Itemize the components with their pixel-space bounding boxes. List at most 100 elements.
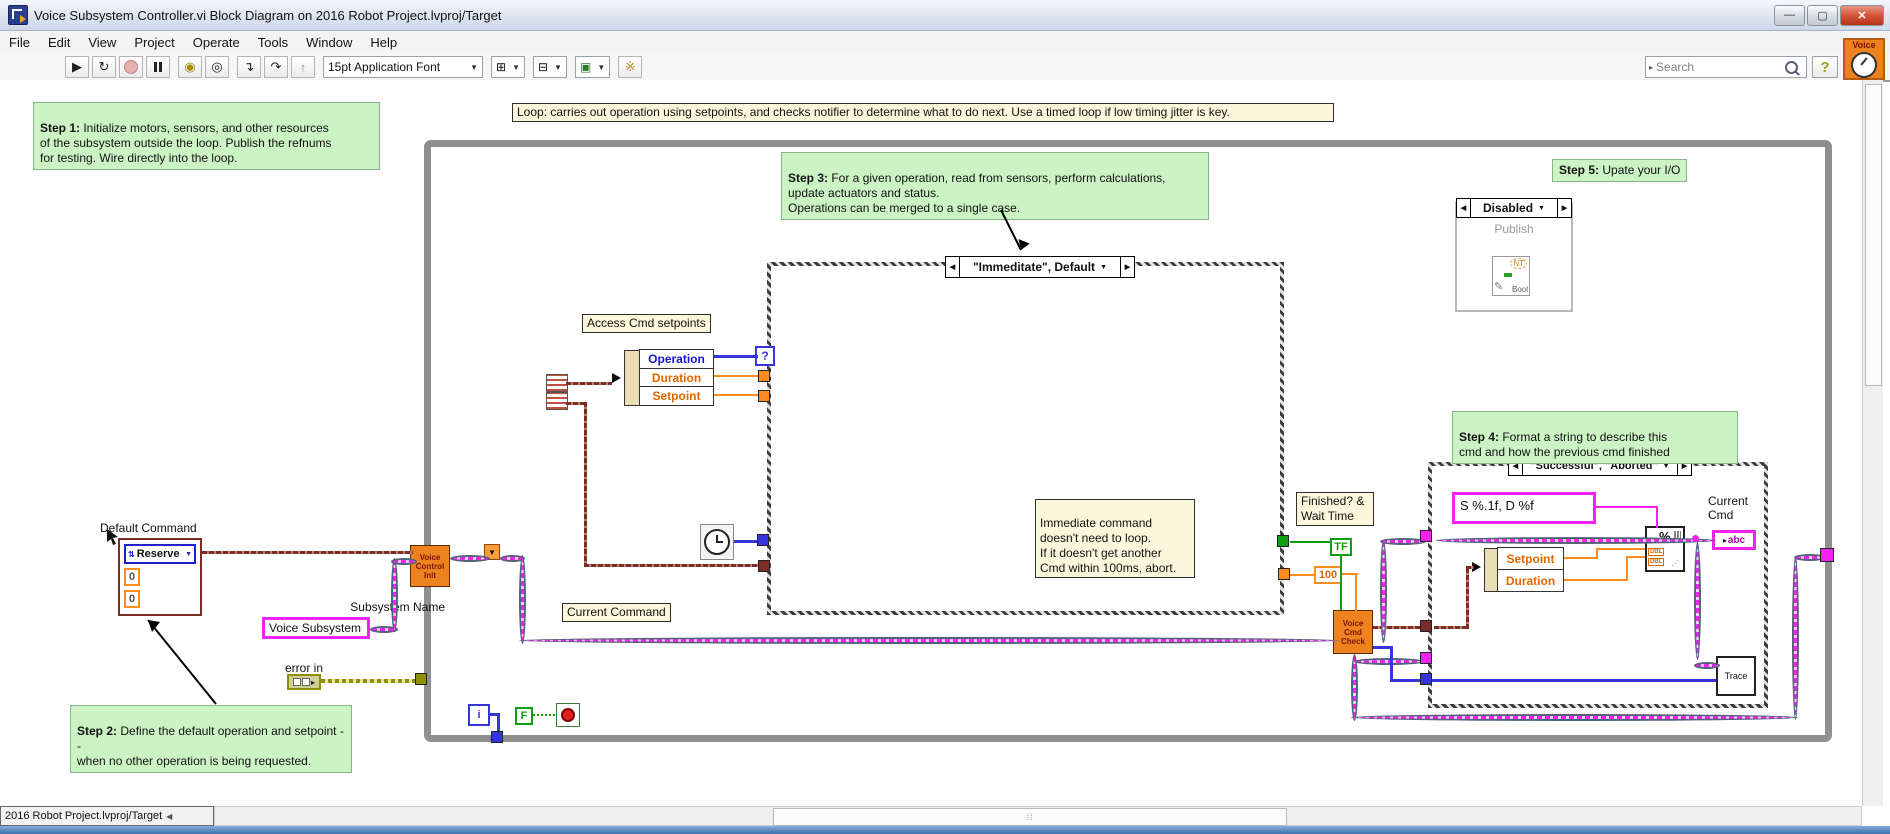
trace-subvi[interactable]: Trace — [1716, 656, 1756, 696]
wait-ms-node[interactable] — [700, 524, 734, 560]
status-bar-tab[interactable]: 2016 Robot Project.lvproj/Target ◀ — [0, 806, 214, 826]
false-constant[interactable]: F — [515, 707, 533, 725]
tunnel-brown[interactable] — [758, 560, 770, 572]
loop-condition-terminal[interactable] — [556, 703, 580, 727]
comment-step3-title: Step 3: — [788, 171, 828, 185]
tunnel-orange[interactable] — [758, 370, 770, 382]
current-cmd-indicator[interactable]: ▸ abc — [1712, 530, 1756, 550]
chevron-down-icon[interactable]: ▼ — [185, 551, 192, 558]
wire-dbl — [714, 375, 760, 377]
vertical-scrollbar-thumb[interactable] — [1865, 84, 1882, 386]
tf-constant[interactable]: TF — [1330, 538, 1352, 556]
chevron-down-icon[interactable]: ▼ — [1100, 264, 1107, 271]
subsystem-name-string[interactable]: Voice Subsystem — [262, 617, 370, 639]
menu-edit[interactable]: Edit — [39, 33, 79, 52]
search-input[interactable]: ▸ Search — [1645, 56, 1807, 78]
unbundle2-row-duration[interactable]: Duration — [1497, 569, 1564, 592]
notifier-node-b[interactable] — [546, 392, 568, 410]
tunnel-magenta[interactable] — [1420, 530, 1432, 542]
reorder-button[interactable]: ▣▼ — [575, 56, 610, 78]
operation-enum[interactable]: ⇅ Reserve ▼ — [124, 544, 196, 564]
tunnel-blue[interactable] — [757, 534, 769, 546]
disable-structure-header[interactable]: ◀ Disabled ▼ ▶ — [1456, 198, 1572, 218]
cleanup-diagram-button[interactable]: ※ — [618, 56, 642, 78]
default-command-cluster[interactable]: ⇅ Reserve ▼ 0 0 — [118, 538, 202, 616]
search-scope-icon[interactable]: ▸ — [1649, 63, 1653, 72]
setpoint-constant[interactable]: 0 — [124, 568, 140, 586]
minimize-button[interactable]: — — [1774, 5, 1805, 26]
distribute-objects-button[interactable]: ⊟▼ — [533, 56, 567, 78]
error-status-icon — [293, 678, 301, 686]
format-string-constant[interactable]: S %.1f, D %f — [1452, 492, 1596, 524]
case-selector-terminal[interactable]: ? — [755, 346, 775, 366]
tunnel-orange[interactable] — [1278, 568, 1290, 580]
unbundle2-selector-column[interactable] — [1484, 548, 1498, 592]
case-prev-icon[interactable]: ◀ — [946, 257, 960, 277]
tunnel-error[interactable] — [415, 673, 427, 685]
status-bar-tab-label: 2016 Robot Project.lvproj/Target — [5, 810, 162, 822]
tunnel-brown[interactable] — [1420, 620, 1432, 632]
vi-icon[interactable]: Voice — [1843, 38, 1885, 80]
horizontal-scrollbar-thumb[interactable]: ⁞⁞ — [773, 808, 1287, 826]
unbundle2-node[interactable]: Setpoint Duration — [1497, 548, 1564, 592]
notifier-node-a[interactable] — [546, 374, 568, 392]
step-out-button[interactable]: ↑ — [291, 56, 315, 78]
maximize-button[interactable]: ▢ — [1807, 5, 1838, 26]
enum-value[interactable]: Reserve — [137, 548, 180, 560]
highlight-execution-button[interactable]: ◉ — [178, 56, 202, 78]
font-selector[interactable]: 15pt Application Font ▼ — [323, 56, 483, 78]
tunnel-iteration[interactable] — [491, 731, 503, 743]
tunnel-magenta[interactable] — [1820, 548, 1834, 562]
step-into-button[interactable]: ↴ — [237, 56, 261, 78]
close-button[interactable]: ✕ — [1840, 5, 1884, 26]
unbundle1-row-duration[interactable]: Duration — [639, 368, 714, 388]
tunnel-blue[interactable] — [1420, 673, 1432, 685]
unbundle2-row-setpoint[interactable]: Setpoint — [1497, 547, 1564, 570]
voice-cmd-check-subvi[interactable]: Voice Cmd Check — [1333, 610, 1373, 654]
run-continuously-button[interactable]: ↻ — [92, 56, 116, 78]
horizontal-scrollbar[interactable]: ⁞⁞ — [214, 806, 1862, 826]
unbundle1-selector-column[interactable] — [624, 350, 640, 406]
step-over-button[interactable]: ↷ — [264, 56, 288, 78]
run-icon: ▶ — [72, 59, 82, 75]
abort-button[interactable] — [119, 56, 143, 78]
context-help-button[interactable]: ? — [1812, 56, 1838, 78]
case-structure-operation-header[interactable]: ◀ "Immeditate", Default▼ ▶ — [945, 256, 1135, 278]
align-objects-button[interactable]: ⊞▼ — [491, 56, 525, 78]
unbundle1-node[interactable]: Operation Duration Setpoint — [639, 350, 714, 406]
dbl-input-badge: DBL — [1648, 548, 1664, 556]
menu-view[interactable]: View — [79, 33, 125, 52]
wire-dbl — [1626, 557, 1628, 581]
vertical-scrollbar[interactable] — [1862, 80, 1883, 806]
unbundle1-row-operation[interactable]: Operation — [639, 349, 714, 369]
disable-selector-label[interactable]: Disabled — [1483, 201, 1533, 215]
menu-operate[interactable]: Operate — [184, 33, 249, 52]
block-diagram-canvas[interactable]: ◀ "Immeditate", Default▼ ▶ ◀ "Successful… — [0, 80, 1862, 806]
menu-project[interactable]: Project — [125, 33, 183, 52]
tunnel-green[interactable] — [1277, 535, 1289, 547]
case-next-icon[interactable]: ▶ — [1120, 257, 1134, 277]
wire-cluster — [1434, 626, 1468, 629]
menu-file[interactable]: File — [0, 33, 39, 52]
menu-window[interactable]: Window — [297, 33, 361, 52]
tunnel-orange[interactable] — [758, 390, 770, 402]
retain-wire-values-button[interactable]: ◎ — [205, 56, 229, 78]
error-in-cluster[interactable]: ▸ — [287, 674, 321, 690]
run-button[interactable]: ▶ — [65, 56, 89, 78]
format-into-string-node[interactable]: % DBL DBL .·˙ — [1645, 526, 1685, 572]
menu-tools[interactable]: Tools — [249, 33, 297, 52]
scroll-left-icon[interactable]: ◀ — [166, 812, 172, 821]
voice-control-init-subvi[interactable]: Voice Control Init — [410, 545, 450, 587]
chevron-down-icon[interactable]: ▼ — [1538, 205, 1545, 212]
unbundle1-row-setpoint[interactable]: Setpoint — [639, 386, 714, 406]
menu-help[interactable]: Help — [361, 33, 406, 52]
case-prev-icon[interactable]: ◀ — [1457, 199, 1471, 217]
duration-constant[interactable]: 0 — [124, 590, 140, 608]
case-next-icon[interactable]: ▶ — [1557, 199, 1571, 217]
tunnel-magenta[interactable] — [1420, 652, 1432, 664]
pause-button[interactable] — [146, 56, 170, 78]
wait-time-constant[interactable]: 100 — [1314, 566, 1342, 584]
iteration-terminal[interactable]: i — [468, 704, 490, 726]
nt-write-bool-node[interactable]: NT ✎ Bool — [1492, 256, 1530, 296]
case-structure-operation[interactable] — [767, 262, 1284, 615]
